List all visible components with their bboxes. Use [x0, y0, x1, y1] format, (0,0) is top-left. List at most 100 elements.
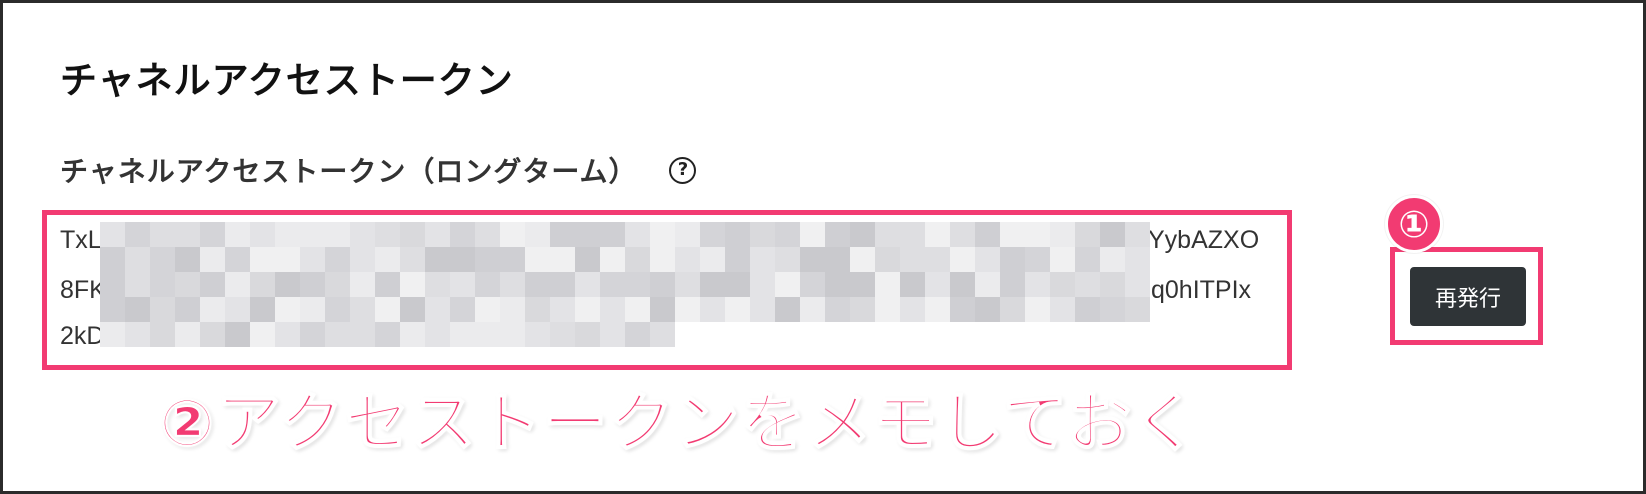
mosaic-cell	[950, 297, 975, 322]
mosaic-cell	[300, 222, 325, 247]
mosaic-cell	[250, 322, 275, 347]
mosaic-cell	[125, 247, 150, 272]
mosaic-cell	[200, 222, 225, 247]
mosaic-cell	[875, 297, 900, 322]
mosaic-cell	[650, 222, 675, 247]
mosaic-cell	[425, 297, 450, 322]
mosaic-cell	[1075, 272, 1100, 297]
mosaic-cell	[525, 222, 550, 247]
mosaic-cell	[150, 297, 175, 322]
field-label-row: チャネルアクセストークン（ロングターム） ?	[60, 150, 697, 190]
mosaic-cell	[875, 272, 900, 297]
mosaic-cell	[1125, 272, 1150, 297]
mosaic-cell	[925, 247, 950, 272]
mosaic-cell	[850, 272, 875, 297]
mosaic-cell	[125, 222, 150, 247]
mosaic-cell	[275, 297, 300, 322]
mosaic-cell	[350, 272, 375, 297]
mosaic-cell	[500, 272, 525, 297]
mosaic-cell	[600, 247, 625, 272]
mosaic-cell	[700, 272, 725, 297]
mosaic-cell	[450, 247, 475, 272]
step-two-caption: ②アクセストークンをメモしておく	[159, 386, 1200, 462]
mosaic-cell	[625, 222, 650, 247]
mosaic-cell	[225, 222, 250, 247]
section-title: チャネルアクセストークン	[60, 59, 514, 102]
mosaic-cell	[150, 222, 175, 247]
token-line-2-start: 8FK	[60, 276, 106, 304]
mosaic-cell	[725, 222, 750, 247]
mosaic-cell	[1000, 247, 1025, 272]
mosaic-cell	[325, 297, 350, 322]
mosaic-cell	[525, 247, 550, 272]
mosaic-cell	[225, 272, 250, 297]
mosaic-cell	[825, 247, 850, 272]
mosaic-cell	[725, 247, 750, 272]
mosaic-cell	[550, 222, 575, 247]
mosaic-cell	[875, 222, 900, 247]
mosaic-cell	[950, 272, 975, 297]
mosaic-cell	[625, 322, 650, 347]
mosaic-cell	[400, 272, 425, 297]
mosaic-cell	[650, 247, 675, 272]
mosaic-cell	[900, 247, 925, 272]
mosaic-cell	[700, 247, 725, 272]
mosaic-cell	[925, 297, 950, 322]
mosaic-cell	[775, 297, 800, 322]
mosaic-cell	[800, 297, 825, 322]
mosaic-cell	[100, 322, 125, 347]
mosaic-cell	[575, 247, 600, 272]
mosaic-cell	[600, 322, 625, 347]
mosaic-cell	[1050, 272, 1075, 297]
mosaic-cell	[750, 297, 775, 322]
token-line-1-start: TxL	[60, 226, 102, 254]
mosaic-cell	[825, 297, 850, 322]
mosaic-cell	[225, 247, 250, 272]
mosaic-cell	[175, 322, 200, 347]
mosaic-cell	[675, 222, 700, 247]
mosaic-cell	[675, 272, 700, 297]
mosaic-cell	[150, 322, 175, 347]
mosaic-cell	[400, 222, 425, 247]
mosaic-cell	[250, 297, 275, 322]
mosaic-cell	[775, 222, 800, 247]
mosaic-cell	[1025, 297, 1050, 322]
mosaic-cell	[650, 272, 675, 297]
mosaic-cell	[600, 297, 625, 322]
mosaic-cell	[100, 222, 125, 247]
mosaic-cell	[700, 222, 725, 247]
mosaic-cell	[675, 297, 700, 322]
mosaic-cell	[850, 297, 875, 322]
mosaic-cell	[250, 247, 275, 272]
mosaic-cell	[550, 272, 575, 297]
mosaic-cell	[150, 247, 175, 272]
mosaic-cell	[625, 272, 650, 297]
mosaic-cell	[125, 322, 150, 347]
mosaic-cell	[400, 247, 425, 272]
mosaic-cell	[475, 222, 500, 247]
mosaic-cell	[750, 222, 775, 247]
mosaic-cell	[675, 247, 700, 272]
mosaic-cell	[250, 272, 275, 297]
mosaic-cell	[200, 322, 225, 347]
mosaic-cell	[350, 322, 375, 347]
mosaic-cell	[775, 272, 800, 297]
mosaic-cell	[500, 297, 525, 322]
mosaic-cell	[275, 272, 300, 297]
mosaic-cell	[725, 297, 750, 322]
mosaic-cell	[100, 247, 125, 272]
mosaic-cell	[1100, 222, 1125, 247]
mosaic-cell	[350, 222, 375, 247]
mosaic-cell	[175, 222, 200, 247]
help-icon[interactable]: ?	[669, 156, 697, 184]
mosaic-cell	[1125, 247, 1150, 272]
mosaic-cell	[350, 297, 375, 322]
mosaic-cell	[500, 247, 525, 272]
mosaic-cell	[650, 297, 675, 322]
token-mosaic-2	[100, 272, 1150, 322]
mosaic-cell	[1050, 297, 1075, 322]
mosaic-cell	[925, 222, 950, 247]
mosaic-cell	[225, 322, 250, 347]
mosaic-cell	[1025, 247, 1050, 272]
reissue-button[interactable]: 再発行	[1410, 267, 1526, 326]
